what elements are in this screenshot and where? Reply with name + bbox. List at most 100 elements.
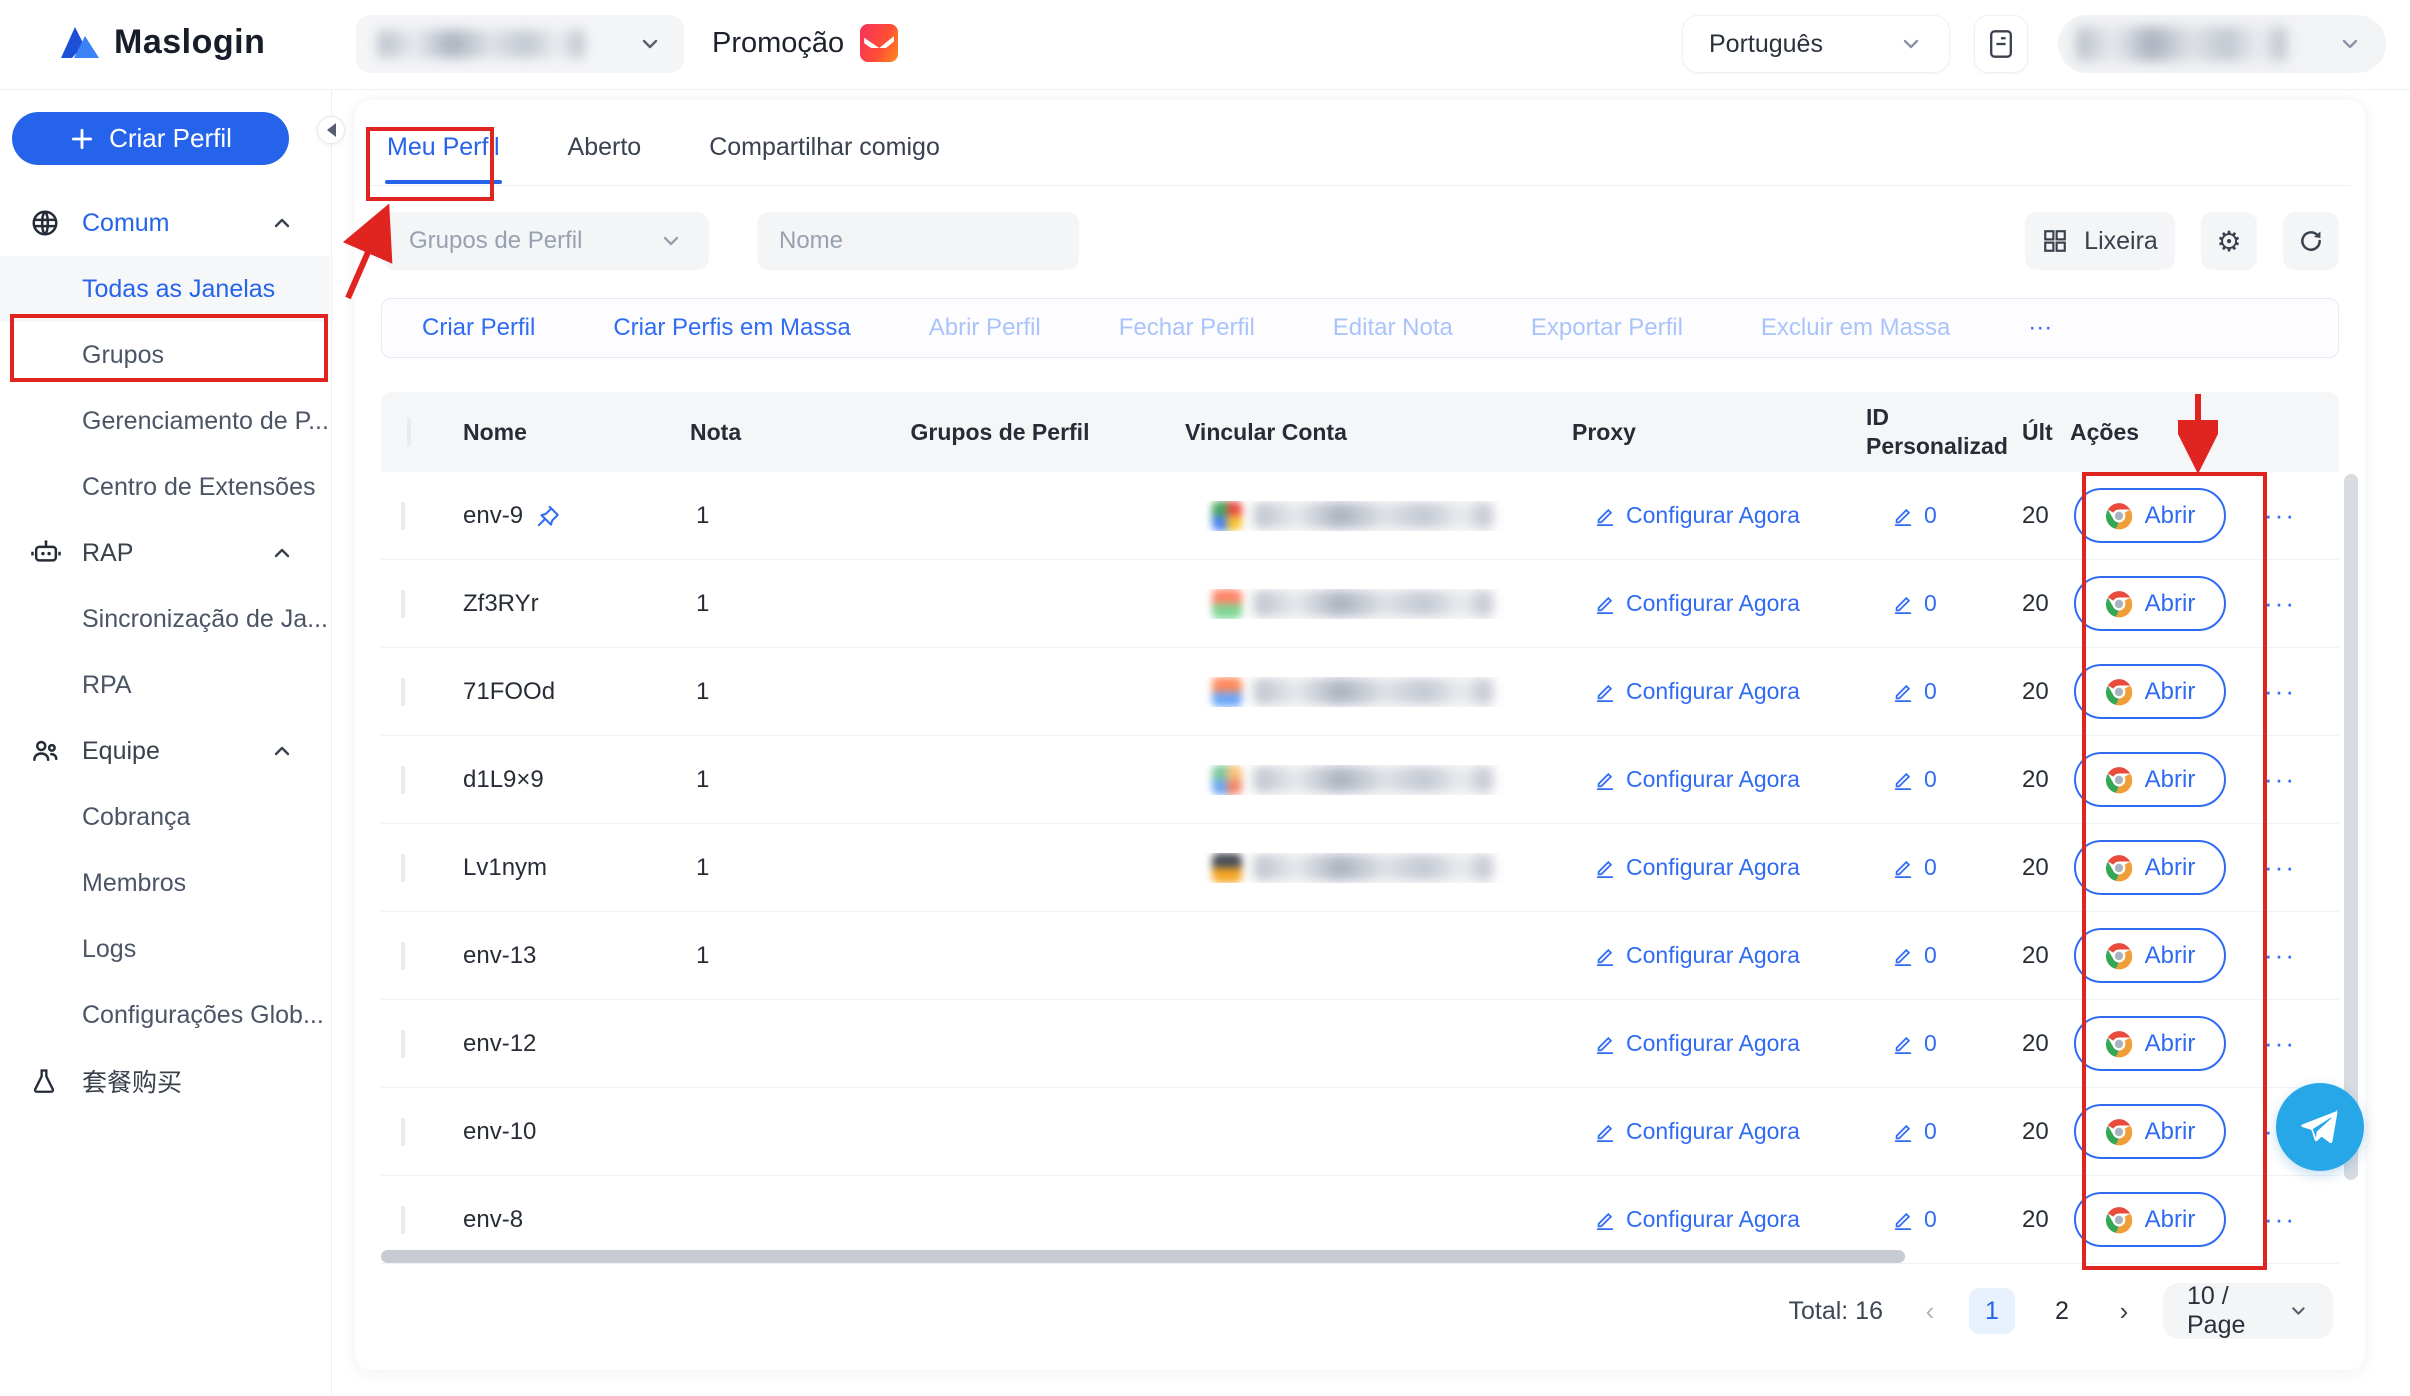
action-3: Fechar Perfil [1119,314,1255,342]
page-button-2[interactable]: 2 [2039,1288,2085,1334]
row-more-button[interactable]: ··· [2250,588,2310,619]
row-more-button[interactable]: ··· [2250,676,2310,707]
table-settings-button[interactable]: ⚙ [2201,212,2257,270]
horizontal-scrollbar[interactable] [381,1250,1905,1263]
proxy-configure-link[interactable]: Configurar Agora [1560,1030,1840,1057]
row-checkbox[interactable] [401,1030,405,1058]
open-profile-button[interactable]: Abrir [2074,1016,2226,1071]
row-checkbox[interactable] [401,502,405,530]
next-page-button[interactable]: › [2109,1296,2139,1327]
open-profile-button[interactable]: Abrir [2074,488,2226,543]
row-more-button[interactable]: ··· [2250,764,2310,795]
action-7[interactable]: ··· [2028,314,2052,342]
tab-compartilhar-comigo[interactable]: Compartilhar comigo [707,119,942,184]
open-profile-button[interactable]: Abrir [2074,928,2226,983]
telegram-float-button[interactable] [2276,1083,2364,1171]
row-checkbox[interactable] [401,590,405,618]
row-more-button[interactable]: ··· [2250,500,2310,531]
open-profile-label: Abrir [2145,1118,2196,1146]
open-profile-button[interactable]: Abrir [2074,752,2226,807]
sidebar-group-0[interactable]: Comum [0,190,330,256]
row-checkbox[interactable] [401,766,405,794]
user-account-menu[interactable] [2058,15,2386,73]
sidebar-item-0-0[interactable]: Todas as Janelas [0,256,330,322]
select-all-checkbox[interactable] [407,417,411,447]
custom-id-edit[interactable]: 0 [1840,1118,2010,1145]
custom-id-edit[interactable]: 0 [1840,1030,2010,1057]
docs-button[interactable] [1974,15,2028,73]
profile-tabs: Meu Perfil Aberto Compartilhar comigo [369,118,2351,186]
row-more-button[interactable]: ··· [2250,852,2310,883]
proxy-configure-link[interactable]: Configurar Agora [1560,854,1840,881]
sidebar-item-2-2[interactable]: Logs [0,916,330,982]
prev-page-button[interactable]: ‹ [1915,1296,1945,1327]
custom-id-edit[interactable]: 0 [1840,590,2010,617]
open-profile-button[interactable]: Abrir [2074,840,2226,895]
tab-meu-perfil[interactable]: Meu Perfil [385,119,502,184]
custom-id-edit[interactable]: 0 [1840,766,2010,793]
row-more-button[interactable]: ··· [2250,1204,2310,1235]
trash-button[interactable]: Lixeira [2025,212,2175,270]
proxy-configure-link[interactable]: Configurar Agora [1560,590,1840,617]
row-checkbox[interactable] [401,678,405,706]
last-open-cell: 20 [2010,502,2058,530]
sidebar-group-1[interactable]: RAP [0,520,330,586]
open-profile-button[interactable]: Abrir [2074,664,2226,719]
promo-label: Promoção [712,27,844,60]
sidebar-item-1-1[interactable]: RPA [0,652,330,718]
row-checkbox[interactable] [401,1206,405,1234]
page-size-select[interactable]: 10 / Page [2163,1283,2333,1339]
row-checkbox[interactable] [401,942,405,970]
proxy-configure-link[interactable]: Configurar Agora [1560,766,1840,793]
user-name-redacted [2076,27,2286,61]
custom-id-edit[interactable]: 0 [1840,854,2010,881]
row-more-button[interactable]: ··· [2250,940,2310,971]
workspace-select[interactable] [356,15,684,73]
custom-id-edit[interactable]: 0 [1840,678,2010,705]
row-checkbox[interactable] [401,854,405,882]
proxy-configure-link[interactable]: Configurar Agora [1560,942,1840,969]
page-button-1[interactable]: 1 [1969,1288,2015,1334]
chevron-down-icon [638,32,662,56]
brand-name: Maslogin [114,23,265,62]
sidebar-item-1-0[interactable]: Sincronização de Ja... [0,586,330,652]
last-open-cell: 20 [2010,1118,2058,1146]
custom-id-value: 0 [1924,590,1937,617]
sidebar-item-0-1[interactable]: Grupos [0,322,330,388]
sidebar-item-0-3[interactable]: Centro de Extensões [0,454,330,520]
proxy-configure-link[interactable]: Configurar Agora [1560,1118,1840,1145]
open-profile-button[interactable]: Abrir [2074,576,2226,631]
sidebar-group-3[interactable]: 套餐购买 [0,1048,330,1114]
profile-group-filter[interactable]: Grupos de Perfil [383,212,709,270]
language-select[interactable]: Português [1682,15,1950,73]
sidebar-item-0-2[interactable]: Gerenciamento de P... [0,388,330,454]
action-0[interactable]: Criar Perfil [422,314,535,342]
custom-id-edit[interactable]: 0 [1840,502,2010,529]
sidebar-item-2-0[interactable]: Cobrança [0,784,330,850]
sidebar-item-2-1[interactable]: Membros [0,850,330,916]
create-profile-button[interactable]: Criar Perfil [12,112,289,165]
custom-id-edit[interactable]: 0 [1840,1206,2010,1233]
proxy-configure-link[interactable]: Configurar Agora [1560,502,1840,529]
tab-aberto[interactable]: Aberto [566,119,644,184]
profile-name-cell: Lv1nym [445,854,670,882]
blurred-account-icon [1212,853,1242,883]
vertical-scrollbar[interactable] [2344,474,2358,1180]
row-more-button[interactable]: ··· [2250,1028,2310,1059]
name-search-input[interactable] [779,227,1089,255]
open-profile-button[interactable]: Abrir [2074,1104,2226,1159]
row-checkbox-cell [381,1118,445,1146]
row-checkbox[interactable] [401,1118,405,1146]
proxy-configure-link[interactable]: Configurar Agora [1560,1206,1840,1233]
sidebar-group-2[interactable]: Equipe [0,718,330,784]
pin-icon[interactable] [535,503,561,529]
sidebar-collapse-button[interactable] [317,116,345,144]
refresh-button[interactable] [2283,212,2339,270]
custom-id-edit[interactable]: 0 [1840,942,2010,969]
sidebar-item-2-3[interactable]: Configurações Glob... [0,982,330,1048]
proxy-configure-label: Configurar Agora [1626,590,1800,617]
promo-link[interactable]: Promoção [712,24,898,62]
proxy-configure-link[interactable]: Configurar Agora [1560,678,1840,705]
open-profile-button[interactable]: Abrir [2074,1192,2226,1247]
action-1[interactable]: Criar Perfis em Massa [613,314,850,342]
